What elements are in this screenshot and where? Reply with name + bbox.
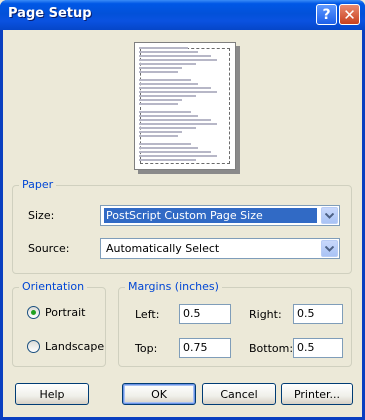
source-select[interactable]: Automatically Select xyxy=(100,238,340,259)
cancel-button[interactable]: Cancel xyxy=(202,383,276,405)
top-margin-label: Top: xyxy=(135,342,158,355)
margins-group-label: Margins (inches) xyxy=(125,280,222,293)
right-margin-input[interactable]: 0.5 xyxy=(293,304,343,324)
size-select-value: PostScript Custom Page Size xyxy=(104,208,317,223)
bottom-margin-input[interactable]: 0.5 xyxy=(293,338,343,358)
portrait-radio[interactable] xyxy=(27,306,40,319)
orientation-group: Orientation Portrait Landscape xyxy=(12,280,106,367)
help-icon[interactable]: ? xyxy=(316,4,337,25)
printer-button[interactable]: Printer... xyxy=(281,383,353,405)
orientation-group-label: Orientation xyxy=(19,280,88,293)
title-bar[interactable]: Page Setup ? ✕ xyxy=(0,0,365,30)
chevron-down-icon[interactable] xyxy=(321,240,338,257)
ok-button[interactable]: OK xyxy=(122,383,196,405)
right-margin-label: Right: xyxy=(249,308,282,321)
paper-group-label: Paper xyxy=(19,178,57,191)
close-icon[interactable]: ✕ xyxy=(339,4,360,25)
source-label: Source: xyxy=(28,242,70,255)
portrait-label[interactable]: Portrait xyxy=(45,306,85,319)
help-button[interactable]: Help xyxy=(15,383,89,405)
bottom-margin-label: Bottom: xyxy=(249,342,294,355)
window-title: Page Setup xyxy=(8,6,92,21)
page-setup-dialog: Page Setup ? ✕ Paper Size: PostScript Cu… xyxy=(0,0,365,420)
top-margin-input[interactable]: 0.75 xyxy=(179,338,231,358)
size-label: Size: xyxy=(28,209,55,222)
radio-selected-dot xyxy=(31,310,36,315)
paper-group: Paper Size: PostScript Custom Page Size … xyxy=(12,178,352,274)
chevron-down-icon[interactable] xyxy=(321,207,338,224)
landscape-label[interactable]: Landscape xyxy=(45,340,104,353)
margins-group: Margins (inches) Left: 0.5 Right: 0.5 To… xyxy=(118,280,352,367)
preview-text-lines xyxy=(139,47,221,165)
left-margin-label: Left: xyxy=(135,308,160,321)
page-preview xyxy=(134,42,236,170)
source-select-value: Automatically Select xyxy=(106,242,220,255)
left-margin-input[interactable]: 0.5 xyxy=(179,304,231,324)
landscape-radio[interactable] xyxy=(27,340,40,353)
size-select[interactable]: PostScript Custom Page Size xyxy=(100,205,340,226)
